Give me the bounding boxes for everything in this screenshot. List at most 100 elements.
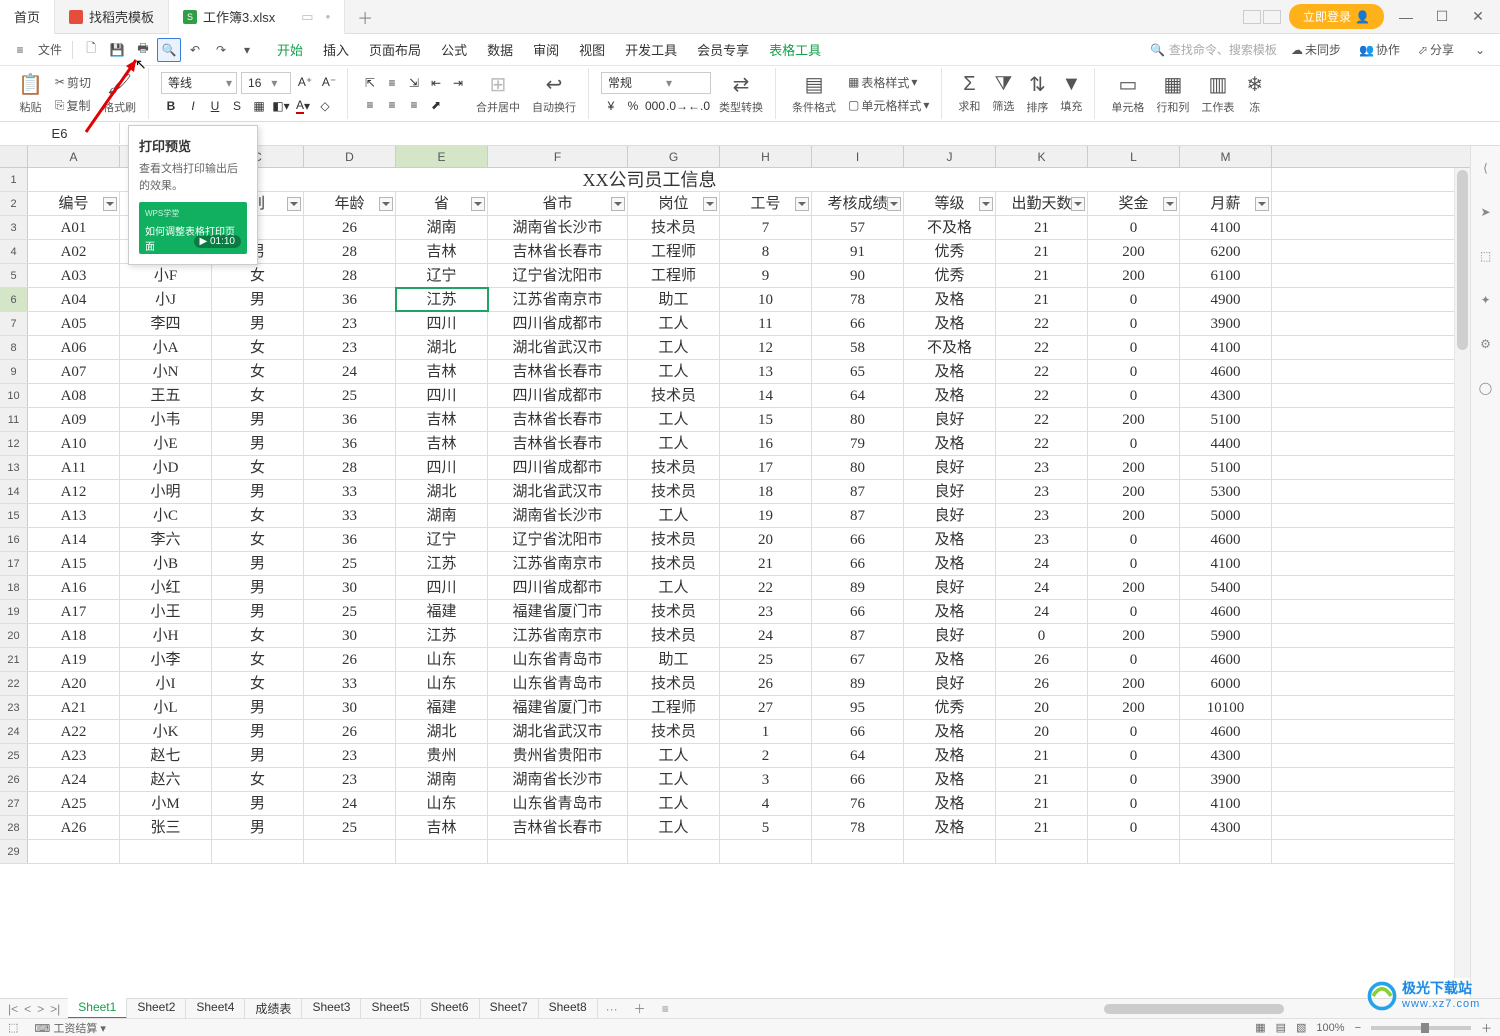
cell-F12[interactable]: 吉林省长春市 (488, 432, 628, 455)
cell-F15[interactable]: 湖南省长沙市 (488, 504, 628, 527)
filter-arrow-icon[interactable] (1163, 197, 1177, 211)
fill-color-icon[interactable]: ◧▾ (271, 96, 291, 116)
cell-M3[interactable]: 4100 (1180, 216, 1272, 239)
cell-F20[interactable]: 江苏省南京市 (488, 624, 628, 647)
cell-A4[interactable]: A02 (28, 240, 120, 263)
filter-arrow-icon[interactable] (471, 197, 485, 211)
view-break-icon[interactable]: ▧ (1296, 1021, 1306, 1034)
cell-G11[interactable]: 工人 (628, 408, 720, 431)
row-header-1[interactable]: 1 (0, 168, 28, 191)
select-all-corner[interactable] (0, 146, 28, 167)
cell-C25[interactable]: 男 (212, 744, 304, 767)
freeze-button[interactable]: ❄冻 (1242, 72, 1267, 115)
cell-K16[interactable]: 23 (996, 528, 1088, 551)
cell-D9[interactable]: 24 (304, 360, 396, 383)
cell-H28[interactable]: 5 (720, 816, 812, 839)
collab-button[interactable]: 👥 协作 (1355, 39, 1404, 60)
row-header-12[interactable]: 12 (0, 432, 28, 455)
cell-I3[interactable]: 57 (812, 216, 904, 239)
cell-K26[interactable]: 21 (996, 768, 1088, 791)
cell-I24[interactable]: 66 (812, 720, 904, 743)
font-color-icon[interactable]: A▾ (293, 96, 313, 116)
cell-C12[interactable]: 男 (212, 432, 304, 455)
cell-F4[interactable]: 吉林省长春市 (488, 240, 628, 263)
cell-A16[interactable]: A14 (28, 528, 120, 551)
panel-help-icon[interactable]: ◯ (1476, 378, 1496, 398)
col-header-E[interactable]: E (396, 146, 488, 167)
cell-M16[interactable]: 4600 (1180, 528, 1272, 551)
cell-H15[interactable]: 19 (720, 504, 812, 527)
col-header-G[interactable]: G (628, 146, 720, 167)
cell-F22[interactable]: 山东省青岛市 (488, 672, 628, 695)
cell-M23[interactable]: 10100 (1180, 696, 1272, 719)
cell-E16[interactable]: 辽宁 (396, 528, 488, 551)
cell-I5[interactable]: 90 (812, 264, 904, 287)
align-top-icon[interactable]: ⇱ (360, 73, 380, 93)
cell-B26[interactable]: 赵六 (120, 768, 212, 791)
cell-A10[interactable]: A08 (28, 384, 120, 407)
cell-I7[interactable]: 66 (812, 312, 904, 335)
cell-C11[interactable]: 男 (212, 408, 304, 431)
sheet-list[interactable]: ≡ (654, 1002, 677, 1016)
cell-G6[interactable]: 助工 (628, 288, 720, 311)
cell-H8[interactable]: 12 (720, 336, 812, 359)
cell-J15[interactable]: 良好 (904, 504, 996, 527)
row-header-9[interactable]: 9 (0, 360, 28, 383)
cell-B22[interactable]: 小I (120, 672, 212, 695)
cell-F18[interactable]: 四川省成都市 (488, 576, 628, 599)
cell-A15[interactable]: A13 (28, 504, 120, 527)
cell-E22[interactable]: 山东 (396, 672, 488, 695)
more-icon[interactable]: ⌄ (1468, 38, 1492, 62)
cell-L7[interactable]: 0 (1088, 312, 1180, 335)
view-page-icon[interactable]: ▤ (1276, 1021, 1286, 1034)
cell-A11[interactable]: A09 (28, 408, 120, 431)
align-center-icon[interactable]: ≡ (382, 95, 402, 115)
row-header-6[interactable]: 6 (0, 288, 28, 311)
print-icon[interactable]: 🖶 (131, 38, 155, 62)
cell-G15[interactable]: 工人 (628, 504, 720, 527)
row-header-17[interactable]: 17 (0, 552, 28, 575)
row-header-3[interactable]: 3 (0, 216, 28, 239)
cell-G20[interactable]: 技术员 (628, 624, 720, 647)
filter-arrow-icon[interactable] (611, 197, 625, 211)
cell-E12[interactable]: 吉林 (396, 432, 488, 455)
cell-G9[interactable]: 工人 (628, 360, 720, 383)
clear-format-icon[interactable]: ◇ (315, 96, 335, 116)
cell-G7[interactable]: 工人 (628, 312, 720, 335)
cell-A25[interactable]: A23 (28, 744, 120, 767)
cell-E7[interactable]: 四川 (396, 312, 488, 335)
cell-B17[interactable]: 小B (120, 552, 212, 575)
cell-C15[interactable]: 女 (212, 504, 304, 527)
cell-L13[interactable]: 200 (1088, 456, 1180, 479)
cell-D11[interactable]: 36 (304, 408, 396, 431)
cell-D18[interactable]: 30 (304, 576, 396, 599)
row-header-24[interactable]: 24 (0, 720, 28, 743)
cell-F19[interactable]: 福建省厦门市 (488, 600, 628, 623)
cell-A9[interactable]: A07 (28, 360, 120, 383)
cell-G25[interactable]: 工人 (628, 744, 720, 767)
cell-E8[interactable]: 湖北 (396, 336, 488, 359)
panel-settings-icon[interactable]: ⚙ (1476, 334, 1496, 354)
cell-K23[interactable]: 20 (996, 696, 1088, 719)
cell-F10[interactable]: 四川省成都市 (488, 384, 628, 407)
cell-L17[interactable]: 0 (1088, 552, 1180, 575)
dec-dec-icon[interactable]: ←.0 (689, 96, 709, 116)
cell-K6[interactable]: 21 (996, 288, 1088, 311)
cell-F24[interactable]: 湖北省武汉市 (488, 720, 628, 743)
cell-H12[interactable]: 16 (720, 432, 812, 455)
cell-G4[interactable]: 工程师 (628, 240, 720, 263)
qa-dropdown-icon[interactable]: ▾ (235, 38, 259, 62)
cell-I18[interactable]: 89 (812, 576, 904, 599)
filter-arrow-icon[interactable] (703, 197, 717, 211)
cell-J17[interactable]: 及格 (904, 552, 996, 575)
cell-M6[interactable]: 4900 (1180, 288, 1272, 311)
sheet-tab-Sheet8[interactable]: Sheet8 (539, 998, 598, 1019)
empty-cell[interactable] (996, 840, 1088, 863)
align-mid-icon[interactable]: ≡ (382, 73, 402, 93)
number-format-combo[interactable]: 常规▾ (601, 72, 711, 94)
cell-G27[interactable]: 工人 (628, 792, 720, 815)
empty-cell[interactable] (212, 840, 304, 863)
sheet-nav-last[interactable]: >| (50, 1002, 60, 1016)
cell-I20[interactable]: 87 (812, 624, 904, 647)
header-cell[interactable]: 省 (396, 192, 488, 215)
